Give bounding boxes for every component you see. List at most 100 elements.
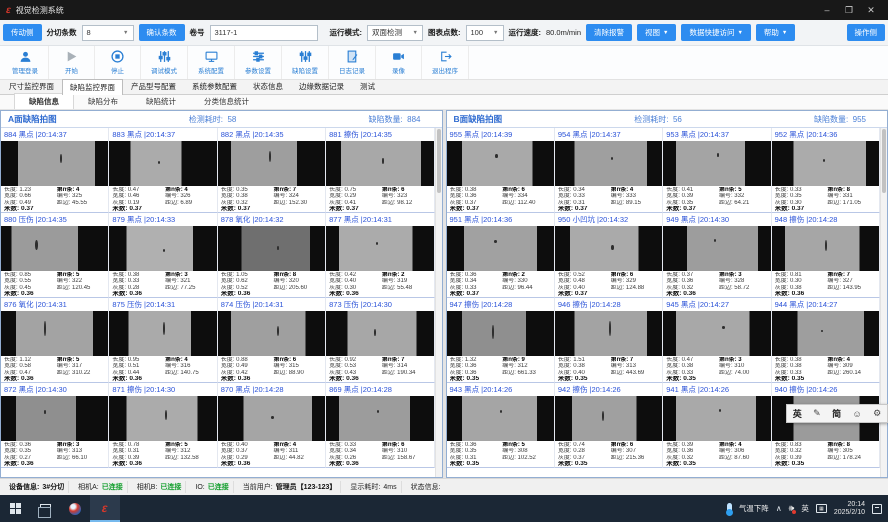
defect-image[interactable] [218, 396, 325, 441]
subtab-0[interactable]: 缺陷信息 [14, 93, 74, 109]
defect-cell[interactable]: 953 黑点 |20:14:37 长度: 0.41 宽度: 0.39 灰度: 0… [663, 128, 771, 213]
help-menu-button[interactable]: 帮助▼ [756, 24, 795, 41]
taskbar-app-browser[interactable] [60, 495, 90, 522]
defect-cell[interactable]: 870 黑点 |20:14:28 长度: 0.40 宽度: 0.37 灰度: 0… [218, 383, 326, 468]
minimize-button[interactable]: – [816, 0, 838, 20]
defect-image[interactable] [218, 311, 325, 356]
subtab-2[interactable]: 缺陷统计 [132, 94, 190, 109]
toolbar-button-play[interactable]: 开始 [49, 46, 95, 79]
defect-image[interactable] [555, 396, 662, 441]
defect-cell[interactable]: 940 擦伤 |20:14:26 长度: 0.83 宽度: 0.32 灰度: 0… [772, 383, 880, 468]
defect-image[interactable] [772, 226, 879, 271]
defect-cell[interactable]: 873 压伤 |20:14:30 长度: 0.92 宽度: 0.53 灰度: 0… [326, 298, 434, 383]
action-center-icon[interactable] [872, 504, 882, 514]
defect-image[interactable] [772, 141, 879, 186]
defect-image[interactable] [555, 226, 662, 271]
defect-cell[interactable]: 881 擦伤 |20:14:35 长度: 0.75 宽度: 0.29 灰度: 0… [326, 128, 434, 213]
tab-0[interactable]: 尺寸监控界面 [1, 78, 62, 94]
strip-count-select[interactable]: 8▼ [82, 25, 134, 41]
task-view-button[interactable] [30, 495, 60, 522]
data-shortcut-menu-button[interactable]: 数据快捷访问▼ [681, 24, 750, 41]
defect-cell[interactable]: 941 黑点 |20:14:26 长度: 0.39 宽度: 0.36 灰度: 0… [663, 383, 771, 468]
toolbar-button-exit[interactable]: 退出程序 [422, 46, 469, 79]
defect-image[interactable] [447, 396, 554, 441]
defect-image[interactable] [218, 141, 325, 186]
defect-cell[interactable]: 872 黑点 |20:14:30 长度: 0.36 宽度: 0.35 灰度: 0… [1, 383, 109, 468]
defect-cell[interactable]: 950 小凹坑 |20:14:32 长度: 0.52 宽度: 0.48 灰度: … [555, 213, 663, 298]
drive-side-button[interactable]: 传动侧 [3, 24, 42, 41]
defect-image[interactable] [555, 311, 662, 356]
toolbar-button-monitor[interactable]: 系统配置 [188, 46, 235, 79]
tab-5[interactable]: 边缘数据记录 [291, 78, 352, 94]
defect-cell[interactable]: 884 黑点 |20:14:37 长度: 1.23 宽度: 0.66 灰度: 0… [1, 128, 109, 213]
view-menu-button[interactable]: 视图▼ [637, 24, 676, 41]
defect-image[interactable] [663, 226, 770, 271]
defect-cell[interactable]: 945 黑点 |20:14:27 长度: 0.47 宽度: 0.38 灰度: 0… [663, 298, 771, 383]
defect-cell[interactable]: 947 擦伤 |20:14:28 长度: 1.32 宽度: 0.36 灰度: 0… [447, 298, 555, 383]
defect-image[interactable] [447, 141, 554, 186]
defect-cell[interactable]: 874 压伤 |20:14:31 长度: 0.88 宽度: 0.49 灰度: 0… [218, 298, 326, 383]
defect-image[interactable] [1, 396, 108, 441]
defect-image[interactable] [772, 311, 879, 356]
toolbar-button-camera[interactable]: 录像 [376, 46, 422, 79]
ime-english-toggle[interactable]: 英 [793, 407, 802, 420]
ime-emoji-icon[interactable]: ☺ [853, 409, 862, 419]
toolbar-button-stop[interactable]: 停止 [95, 46, 141, 79]
maximize-button[interactable]: ❐ [838, 0, 860, 20]
volume-icon[interactable]: 🕪 [789, 503, 795, 514]
defect-cell[interactable]: 875 压伤 |20:14:31 长度: 0.95 宽度: 0.51 灰度: 0… [109, 298, 217, 383]
defect-cell[interactable]: 942 擦伤 |20:14:26 长度: 0.74 宽度: 0.28 灰度: 0… [555, 383, 663, 468]
subtab-3[interactable]: 分类信息统计 [190, 94, 263, 109]
operator-side-button[interactable]: 操作侧 [847, 24, 886, 41]
panel-b-scrollbar[interactable] [880, 128, 887, 477]
defect-cell[interactable]: 878 氧化 |20:14:32 长度: 1.05 宽度: 0.62 灰度: 0… [218, 213, 326, 298]
toolbar-button-user[interactable]: 管理登录 [2, 46, 49, 79]
defect-image[interactable] [109, 226, 216, 271]
taskbar-clock[interactable]: 20:14 2025/2/10 [834, 501, 865, 517]
defect-cell[interactable]: 879 黑点 |20:14:33 长度: 0.38 宽度: 0.33 灰度: 0… [109, 213, 217, 298]
tab-1[interactable]: 缺陷监控界面 [62, 79, 123, 95]
taskbar-app-inspection[interactable]: ε [90, 495, 120, 522]
defect-image[interactable] [1, 311, 108, 356]
clear-alarm-button[interactable]: 清除报警 [586, 24, 632, 41]
close-button[interactable]: ✕ [860, 0, 882, 20]
ime-simplified-toggle[interactable]: 简 [832, 407, 841, 420]
defect-image[interactable] [663, 396, 770, 441]
roll-number-input[interactable]: 3117-1 [210, 25, 318, 41]
defect-cell[interactable]: 952 黑点 |20:14:36 长度: 0.33 宽度: 0.35 灰度: 0… [772, 128, 880, 213]
defect-cell[interactable]: 877 黑点 |20:14:31 长度: 0.42 宽度: 0.40 灰度: 0… [326, 213, 434, 298]
confirm-strip-button[interactable]: 确认条数 [139, 24, 185, 41]
defect-cell[interactable]: 954 黑点 |20:14:37 长度: 0.34 宽度: 0.33 灰度: 0… [555, 128, 663, 213]
panel-a-scrollbar[interactable] [435, 128, 442, 477]
defect-image[interactable] [109, 141, 216, 186]
toolbar-button-sliders-v2[interactable]: 缺陷设置 [282, 46, 329, 79]
defect-image[interactable] [555, 141, 662, 186]
tab-6[interactable]: 测试 [352, 78, 383, 94]
subtab-1[interactable]: 缺陷分布 [74, 94, 132, 109]
defect-image[interactable] [1, 226, 108, 271]
defect-image[interactable] [447, 226, 554, 271]
defect-image[interactable] [326, 226, 433, 271]
ime-pen-icon[interactable]: ✎ [813, 408, 821, 419]
defect-cell[interactable]: 955 黑点 |20:14:39 长度: 0.38 宽度: 0.36 灰度: 0… [447, 128, 555, 213]
toolbar-button-log[interactable]: 日志记录 [329, 46, 376, 79]
chart-points-select[interactable]: 100▼ [466, 25, 504, 41]
defect-image[interactable] [218, 226, 325, 271]
defect-cell[interactable]: 880 压伤 |20:14:35 长度: 0.85 宽度: 0.55 灰度: 0… [1, 213, 109, 298]
tab-2[interactable]: 产品型号配置 [123, 78, 184, 94]
defect-image[interactable] [326, 141, 433, 186]
defect-cell[interactable]: 871 擦伤 |20:14:30 长度: 0.78 宽度: 0.31 灰度: 0… [109, 383, 217, 468]
defect-cell[interactable]: 943 黑点 |20:14:26 长度: 0.36 宽度: 0.35 灰度: 0… [447, 383, 555, 468]
defect-image[interactable] [1, 141, 108, 186]
toolbar-button-sliders-h[interactable]: 参数设置 [235, 46, 282, 79]
defect-image[interactable] [109, 311, 216, 356]
defect-image[interactable] [109, 396, 216, 441]
tray-expand-chevron[interactable]: ∧ [776, 504, 782, 513]
tab-3[interactable]: 系统参数配置 [184, 78, 245, 94]
defect-cell[interactable]: 948 擦伤 |20:14:28 长度: 0.81 宽度: 0.30 灰度: 0… [772, 213, 880, 298]
scrollbar-thumb[interactable] [882, 129, 886, 193]
weather-thermometer-icon[interactable] [727, 503, 732, 515]
run-mode-select[interactable]: 双面检测▼ [367, 25, 423, 41]
defect-image[interactable] [326, 311, 433, 356]
defect-image[interactable] [447, 311, 554, 356]
